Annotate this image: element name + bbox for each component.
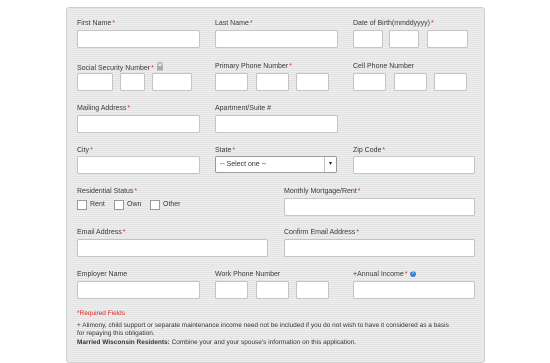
monthly-mortgage-input[interactable] (284, 198, 475, 216)
first-name-input[interactable] (77, 30, 200, 48)
zip-input[interactable] (353, 156, 475, 174)
email-input[interactable] (77, 239, 268, 257)
first-name-label: First Name* (77, 20, 115, 27)
cell-phone-line-input[interactable] (434, 73, 467, 91)
alimony-note-line2: for repaying this obligation. (77, 330, 155, 337)
mailing-address-label: Mailing Address* (77, 105, 131, 112)
rent-checkbox[interactable] (77, 200, 87, 210)
annual-income-input[interactable] (353, 281, 475, 299)
residential-status-label: Residential Status* (77, 188, 138, 195)
primary-phone-prefix-input[interactable] (256, 73, 289, 91)
state-select-value: -- Select one -- (220, 161, 267, 168)
last-name-input[interactable] (215, 30, 338, 48)
apartment-label: Apartment/Suite # (215, 105, 272, 112)
monthly-mortgage-label: Monthly Mortgage/Rent* (284, 188, 361, 195)
dob-year-input[interactable] (427, 30, 468, 48)
cell-phone-area-input[interactable] (353, 73, 386, 91)
work-phone-prefix-input[interactable] (256, 281, 289, 299)
dob-month-input[interactable] (353, 30, 383, 48)
other-label: Other (163, 201, 181, 208)
mailing-address-input[interactable] (77, 115, 200, 133)
work-phone-line-input[interactable] (296, 281, 329, 299)
state-select[interactable]: -- Select one -- ▾ (215, 156, 337, 173)
work-phone-area-input[interactable] (215, 281, 248, 299)
cell-phone-label: Cell Phone Number (353, 63, 415, 70)
employer-input[interactable] (77, 281, 200, 299)
alimony-note-line1: + Alimony, child support or separate mai… (77, 322, 449, 329)
cell-phone-prefix-input[interactable] (394, 73, 427, 91)
other-checkbox[interactable] (150, 200, 160, 210)
ssn-part1-input[interactable] (77, 73, 113, 91)
email-label: Email Address* (77, 229, 126, 236)
ssn-part2-input[interactable] (120, 73, 145, 91)
wisconsin-note: Married Wisconsin Residents: Combine you… (77, 339, 356, 347)
confirm-email-label: Confirm Email Address* (284, 229, 359, 236)
wisconsin-note-text: Combine your and your spouse's informati… (169, 339, 357, 346)
last-name-label: Last Name* (215, 20, 253, 27)
primary-phone-label: Primary Phone Number* (215, 63, 292, 70)
wisconsin-note-bold: Married Wisconsin Residents: (77, 339, 170, 346)
caret-down-icon: ▾ (324, 157, 336, 172)
dob-label: Date of Birth(mmddyyyy)* (353, 20, 434, 27)
annual-income-label: +Annual Income*? (353, 271, 416, 278)
apartment-input[interactable] (215, 115, 338, 133)
work-phone-label: Work Phone Number (215, 271, 281, 278)
ssn-part3-input[interactable] (152, 73, 192, 91)
primary-phone-area-input[interactable] (215, 73, 248, 91)
help-icon[interactable]: ? (409, 271, 416, 278)
application-form: First Name* Last Name* Date of Birth(mmd… (66, 7, 485, 363)
dob-day-input[interactable] (389, 30, 419, 48)
required-fields-note: *Required Fields (77, 310, 126, 317)
own-checkbox[interactable] (114, 200, 124, 210)
city-label: City* (77, 147, 93, 154)
employer-label: Employer Name (77, 271, 128, 278)
primary-phone-line-input[interactable] (296, 73, 329, 91)
city-input[interactable] (77, 156, 200, 174)
zip-label: Zip Code* (353, 147, 386, 154)
state-label: State* (215, 147, 236, 154)
own-label: Own (127, 201, 142, 208)
confirm-email-input[interactable] (284, 239, 475, 257)
rent-label: Rent (90, 201, 105, 208)
